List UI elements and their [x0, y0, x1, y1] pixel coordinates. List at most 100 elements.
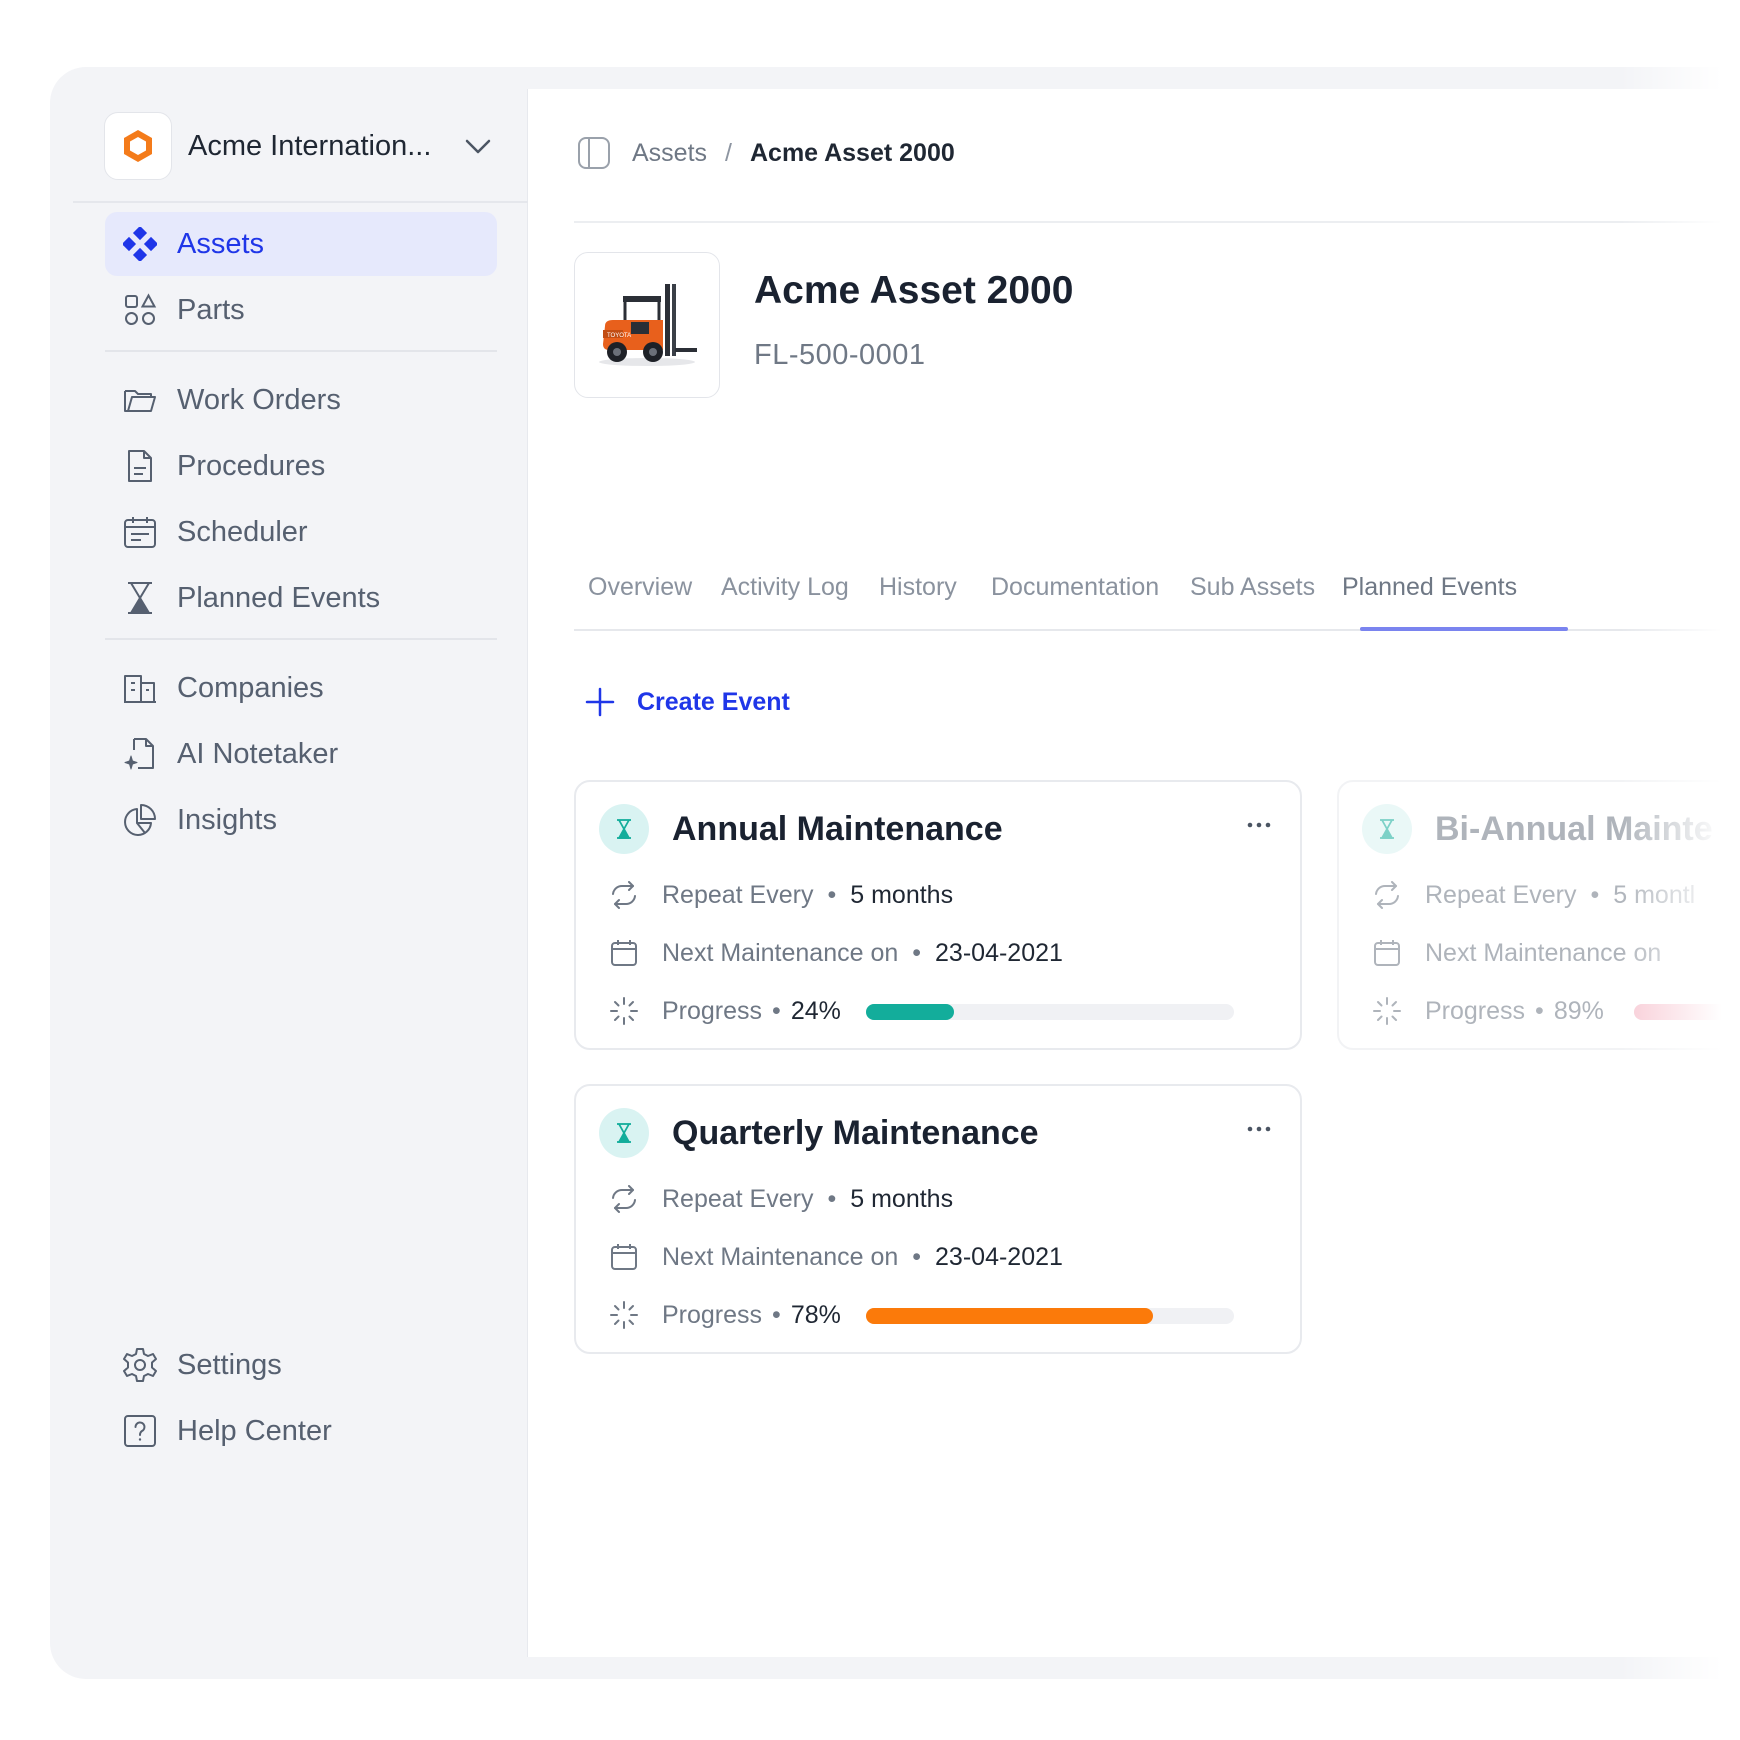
progress-value: 24% [790, 996, 841, 1025]
repeat-icon [1371, 879, 1403, 911]
repeat-icon [608, 879, 640, 911]
sidebar-item-parts[interactable]: Parts [105, 278, 497, 342]
org-switcher[interactable]: Acme Internation... [104, 112, 494, 180]
repeat-value: 5 months [850, 880, 954, 909]
sidebar-item-work-orders[interactable]: Work Orders [105, 368, 497, 432]
hourglass-icon [599, 804, 649, 854]
tab-documentation[interactable]: Documentation [991, 573, 1159, 602]
tab-overview[interactable]: Overview [588, 573, 692, 602]
app-window: Acme Internation... Assets Parts Work Or… [73, 89, 1740, 1657]
next-maintenance-row: Next Maintenance on • 23-04-2021 [608, 1241, 1063, 1273]
progress-bar-fill [1634, 1004, 1740, 1020]
sidebar-item-planned-events[interactable]: Planned Events [105, 566, 497, 630]
tab-sub-assets[interactable]: Sub Assets [1190, 573, 1315, 602]
loader-icon [608, 995, 640, 1027]
breadcrumb-current: Acme Asset 2000 [749, 138, 955, 167]
main-content: Assets / Acme Asset 2000 TOYOTA Acme Ass… [528, 89, 1740, 1657]
separator-dot: • [1590, 880, 1600, 909]
sidebar-item-procedures[interactable]: Procedures [105, 434, 497, 498]
sidebar-item-label: Scheduler [177, 515, 308, 548]
next-maintenance-row: Next Maintenance on • 23-04-2021 [608, 937, 1063, 969]
separator-dot: • [912, 1242, 922, 1271]
pie-chart-icon [121, 801, 159, 839]
progress-bar [1634, 1004, 1740, 1020]
hexagon-logo-icon [124, 130, 152, 162]
tab-history[interactable]: History [879, 573, 957, 602]
forklift-brand-text: TOYOTA [607, 333, 631, 339]
assets-icon [121, 225, 159, 263]
building-icon [121, 669, 159, 707]
event-title: Bi-Annual Mainte [1435, 810, 1713, 848]
sidebar-item-label: Insights [177, 803, 277, 836]
progress-row: Progress • 89% [1371, 995, 1604, 1027]
repeat-row: Repeat Every • 5 months [608, 1183, 953, 1215]
hourglass-icon [121, 579, 159, 617]
sidebar-item-label: AI Notetaker [177, 737, 339, 770]
breadcrumb-separator: / [725, 138, 732, 167]
next-maintenance-value: 23-04-2021 [935, 1242, 1063, 1271]
calendar-icon [1371, 937, 1403, 969]
sidebar: Acme Internation... Assets Parts Work Or… [73, 89, 528, 1657]
separator-dot: • [1535, 996, 1544, 1025]
tab-bar: Overview Activity Log History Documentat… [574, 551, 1740, 631]
asset-thumbnail: TOYOTA [574, 252, 720, 398]
repeat-label: Repeat Every [662, 880, 814, 909]
more-options-icon[interactable] [1244, 1114, 1274, 1144]
sidebar-item-scheduler[interactable]: Scheduler [105, 500, 497, 564]
gear-icon [121, 1346, 159, 1384]
next-maintenance-row: Next Maintenance on [1371, 937, 1661, 969]
loader-icon [1371, 995, 1403, 1027]
separator-dot: • [772, 1300, 781, 1329]
org-divider [73, 201, 528, 203]
progress-row: Progress • 24% [608, 995, 841, 1027]
sidebar-item-assets[interactable]: Assets [105, 212, 497, 276]
progress-label: Progress [662, 996, 763, 1025]
progress-value: 78% [790, 1300, 841, 1329]
sidebar-divider [105, 638, 497, 640]
org-name: Acme Internation... [188, 129, 432, 162]
breadcrumb: Assets / Acme Asset 2000 [576, 135, 955, 171]
progress-row: Progress • 78% [608, 1299, 841, 1331]
next-maintenance-label: Next Maintenance on [662, 938, 899, 967]
sidebar-item-label: Settings [177, 1348, 282, 1381]
sidebar-item-label: Companies [177, 671, 324, 704]
tab-planned-events[interactable]: Planned Events [1342, 573, 1517, 602]
sidebar-item-companies[interactable]: Companies [105, 656, 497, 720]
active-tab-indicator [1360, 627, 1568, 631]
progress-bar-fill [866, 1308, 1154, 1324]
sidebar-item-label: Assets [177, 227, 265, 260]
sidebar-item-ai-notetaker[interactable]: AI Notetaker [105, 722, 497, 786]
sidebar-item-insights[interactable]: Insights [105, 788, 497, 852]
event-card[interactable]: Annual Maintenance Repeat Every • 5 mont… [574, 780, 1302, 1050]
separator-dot: • [827, 880, 837, 909]
breadcrumb-link-assets[interactable]: Assets [632, 139, 707, 168]
create-event-label: Create Event [637, 687, 790, 716]
plus-icon [585, 687, 615, 717]
document-icon [121, 447, 159, 485]
sidebar-item-label: Planned Events [177, 581, 381, 614]
more-options-icon[interactable] [1244, 810, 1274, 840]
tab-activity-log[interactable]: Activity Log [721, 573, 849, 602]
repeat-row: Repeat Every • 5 montl [1371, 879, 1695, 911]
sidebar-item-help-center[interactable]: Help Center [105, 1399, 497, 1463]
repeat-row: Repeat Every • 5 months [608, 879, 953, 911]
sidebar-item-label: Parts [177, 293, 245, 326]
repeat-label: Repeat Every [1425, 880, 1577, 909]
hourglass-icon [1362, 804, 1412, 854]
sidebar-divider [105, 350, 497, 352]
help-icon [121, 1412, 159, 1450]
repeat-label: Repeat Every [662, 1184, 814, 1213]
sidebar-toggle-icon[interactable] [576, 135, 612, 171]
sidebar-item-settings[interactable]: Settings [105, 1333, 497, 1397]
sidebar-item-label: Help Center [177, 1414, 332, 1447]
create-event-button[interactable]: Create Event [585, 687, 790, 717]
progress-label: Progress [1425, 996, 1526, 1025]
sidebar-item-label: Work Orders [177, 383, 341, 416]
calendar-icon [608, 1241, 640, 1273]
event-card[interactable]: Bi-Annual Mainte Repeat Every • 5 montl [1337, 780, 1740, 1050]
hourglass-icon [599, 1108, 649, 1158]
event-card[interactable]: Quarterly Maintenance Repeat Every • 5 m… [574, 1084, 1302, 1354]
header-divider [574, 221, 1740, 223]
loader-icon [608, 1299, 640, 1331]
progress-bar-fill [866, 1004, 955, 1020]
